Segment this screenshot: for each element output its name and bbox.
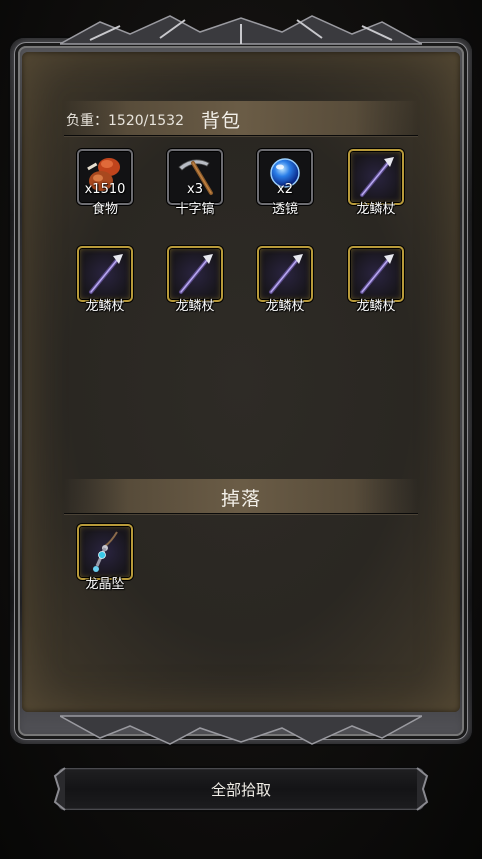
bag-slot-dragon-staff[interactable]: 龙鳞杖 xyxy=(77,246,133,314)
frame-top-ornament-icon xyxy=(60,15,422,45)
dragon-staff-icon xyxy=(179,254,213,294)
item-quantity: x1510 xyxy=(84,182,126,197)
drop-header: 掉落 xyxy=(64,479,418,514)
bag-slot-dragon-staff[interactable]: 龙鳞杖 xyxy=(348,246,404,314)
drop-title: 掉落 xyxy=(220,488,261,510)
bag-slot-lens[interactable]: x2 透镜 xyxy=(257,149,313,217)
dragon-staff-icon xyxy=(360,254,394,294)
dragon-crystal-pendant-icon xyxy=(93,531,118,572)
item-name: 龙鳞杖 xyxy=(175,299,215,314)
item-name: 龙鳞杖 xyxy=(265,299,305,314)
item-name: 十字镐 xyxy=(175,202,215,217)
item-quantity: x3 xyxy=(187,182,203,197)
item-quantity: x2 xyxy=(277,182,293,197)
item-name: 龙晶坠 xyxy=(85,577,125,592)
bag-slot-food[interactable]: x1510 食物 xyxy=(77,149,133,217)
bag-slot-dragon-staff[interactable]: 龙鳞杖 xyxy=(257,246,313,314)
item-name: 透镜 xyxy=(271,202,298,217)
load-capacity: 负重：1520/1532 xyxy=(66,113,184,129)
item-name: 龙鳞杖 xyxy=(85,299,125,314)
bag-slot-pickaxe[interactable]: x3 十字镐 xyxy=(167,149,223,217)
item-name: 龙鳞杖 xyxy=(356,299,396,314)
pickup-all-button[interactable]: 全部拾取 xyxy=(53,767,429,811)
dragon-staff-icon xyxy=(360,157,394,197)
bag-slot-dragon-staff[interactable]: 龙鳞杖 xyxy=(167,246,223,314)
dragon-staff-icon xyxy=(269,254,303,294)
drop-slot-dragon-crystal-pendant[interactable]: 龙晶坠 xyxy=(77,524,133,592)
frame-bottom-ornament-icon xyxy=(60,715,422,745)
pickup-all-label: 全部拾取 xyxy=(210,781,271,799)
bag-slot-dragon-staff[interactable]: 龙鳞杖 xyxy=(348,149,404,217)
item-name: 龙鳞杖 xyxy=(356,202,396,217)
dragon-staff-icon xyxy=(89,254,123,294)
item-name: 食物 xyxy=(91,202,118,217)
